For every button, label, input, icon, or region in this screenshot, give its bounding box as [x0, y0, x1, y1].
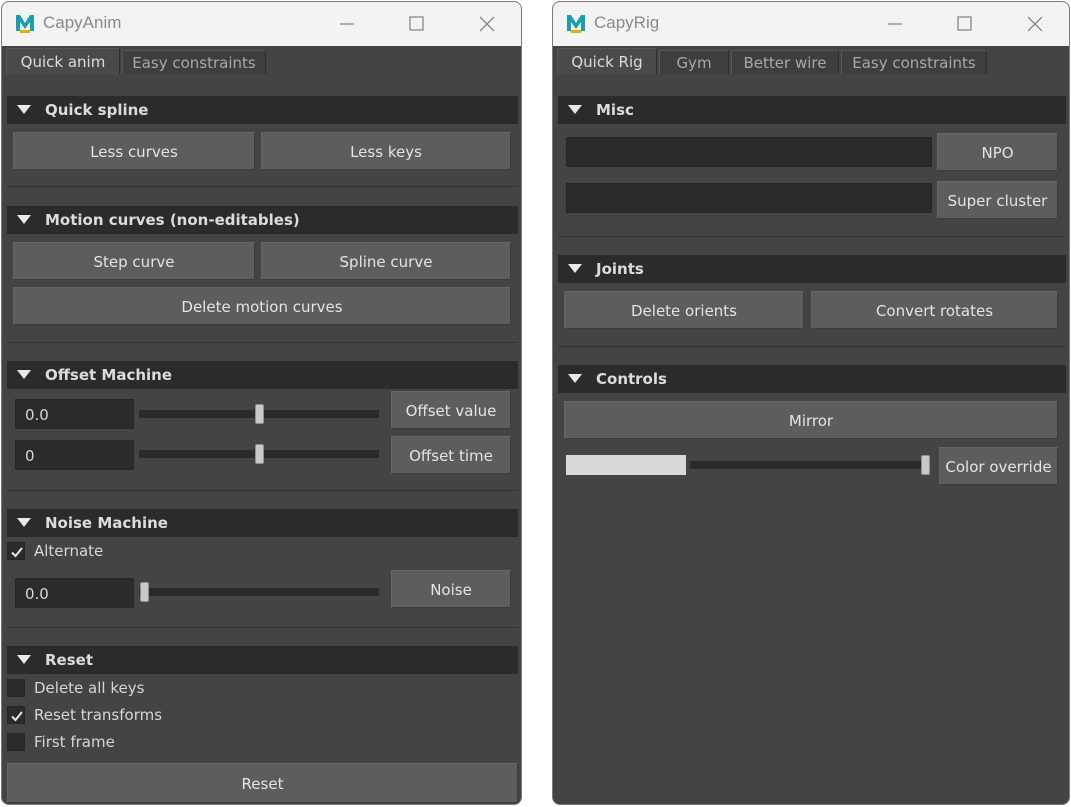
collapse-arrow-icon — [568, 105, 582, 114]
section-header-quick-spline[interactable]: Quick spline — [7, 96, 518, 124]
tab-better-wire[interactable]: Better wire — [731, 50, 839, 74]
minimize-button[interactable] — [332, 10, 362, 38]
collapse-arrow-icon — [568, 374, 582, 383]
divider — [7, 342, 518, 343]
capyanim-window: CapyAnim Quick anim Easy constraints Qui… — [1, 1, 522, 805]
close-button[interactable] — [472, 10, 502, 38]
divider — [7, 627, 518, 628]
color-override-button[interactable]: Color override — [939, 447, 1058, 485]
capyrig-window: CapyRig Quick Rig Gym Better wire Easy c… — [552, 1, 1070, 805]
collapse-arrow-icon — [568, 264, 582, 273]
offset-value-button[interactable]: Offset value — [391, 391, 511, 429]
quick-anim-panel: Quick spline Less curves Less keys Motio… — [2, 74, 521, 804]
noise-button[interactable]: Noise — [391, 570, 511, 608]
section-header-reset[interactable]: Reset — [7, 646, 518, 674]
maximize-button[interactable] — [950, 10, 980, 38]
npo-button[interactable]: NPO — [937, 133, 1058, 171]
delete-motion-curves-button[interactable]: Delete motion curves — [13, 287, 511, 325]
step-curve-button[interactable]: Step curve — [13, 242, 255, 280]
collapse-arrow-icon — [17, 215, 31, 224]
title-bar[interactable]: CapyRig — [553, 2, 1069, 46]
section-title: Quick spline — [45, 101, 149, 119]
window-title: CapyRig — [594, 13, 660, 32]
reset-transforms-label: Reset transforms — [34, 706, 163, 724]
tab-quick-anim[interactable]: Quick anim — [6, 48, 120, 74]
checkmark-icon — [11, 711, 23, 722]
close-button[interactable] — [1020, 10, 1050, 38]
color-slider[interactable] — [690, 455, 930, 475]
section-header-misc[interactable]: Misc — [558, 96, 1066, 124]
section-title: Reset — [45, 651, 93, 669]
maya-logo-icon — [14, 12, 36, 34]
section-title: Joints — [596, 260, 644, 278]
slider-handle[interactable] — [140, 582, 149, 602]
delete-all-keys-checkbox[interactable] — [7, 679, 25, 697]
section-header-controls[interactable]: Controls — [558, 365, 1066, 393]
section-header-joints[interactable]: Joints — [558, 255, 1066, 283]
section-title: Motion curves (non-editables) — [45, 211, 300, 229]
convert-rotates-button[interactable]: Convert rotates — [811, 291, 1058, 329]
less-curves-button[interactable]: Less curves — [13, 132, 255, 170]
section-title: Offset Machine — [45, 366, 173, 384]
tab-gym[interactable]: Gym — [659, 50, 729, 74]
quick-rig-panel: Misc NPO Super cluster Joints Delete ori… — [553, 74, 1069, 804]
mirror-button[interactable]: Mirror — [564, 401, 1058, 439]
offset-time-button[interactable]: Offset time — [391, 436, 511, 474]
delete-orients-button[interactable]: Delete orients — [564, 291, 804, 329]
slider-handle[interactable] — [255, 444, 264, 464]
reset-button[interactable]: Reset — [7, 763, 518, 803]
window-title: CapyAnim — [43, 13, 122, 32]
offset-time-field[interactable]: 0 — [15, 440, 134, 470]
section-title: Controls — [596, 370, 667, 388]
section-title: Misc — [596, 101, 634, 119]
maya-logo-icon — [565, 12, 587, 34]
maximize-button[interactable] — [402, 10, 432, 38]
minimize-button[interactable] — [880, 10, 910, 38]
noise-slider[interactable] — [139, 582, 379, 602]
divider — [558, 236, 1066, 237]
section-title: Noise Machine — [45, 514, 168, 532]
delete-all-keys-label: Delete all keys — [34, 679, 145, 697]
spline-curve-button[interactable]: Spline curve — [261, 242, 511, 280]
title-bar[interactable]: CapyAnim — [2, 2, 521, 46]
tab-bar: Quick anim Easy constraints — [2, 46, 521, 74]
slider-handle[interactable] — [255, 404, 264, 424]
tab-quick-rig[interactable]: Quick Rig — [557, 48, 657, 74]
section-header-noise-machine[interactable]: Noise Machine — [7, 509, 518, 537]
offset-value-field[interactable]: 0.0 — [15, 399, 134, 429]
tab-easy-constraints[interactable]: Easy constraints — [841, 50, 987, 74]
divider — [558, 346, 1066, 347]
alternate-checkbox[interactable] — [7, 542, 25, 560]
super-cluster-field[interactable] — [566, 183, 932, 213]
slider-handle[interactable] — [921, 455, 930, 475]
first-frame-checkbox[interactable] — [7, 733, 25, 751]
collapse-arrow-icon — [17, 370, 31, 379]
reset-transforms-checkbox[interactable] — [7, 706, 25, 724]
first-frame-label: First frame — [34, 733, 115, 751]
divider — [7, 490, 518, 491]
noise-field[interactable]: 0.0 — [15, 578, 134, 608]
super-cluster-button[interactable]: Super cluster — [937, 181, 1058, 219]
checkmark-icon — [11, 547, 23, 558]
offset-time-slider[interactable] — [139, 444, 379, 464]
tab-bar: Quick Rig Gym Better wire Easy constrain… — [553, 46, 1069, 74]
divider — [7, 186, 518, 187]
collapse-arrow-icon — [17, 105, 31, 114]
section-header-offset-machine[interactable]: Offset Machine — [7, 361, 518, 389]
section-header-motion-curves[interactable]: Motion curves (non-editables) — [7, 206, 518, 234]
npo-field[interactable] — [566, 137, 932, 167]
alternate-label: Alternate — [34, 542, 104, 560]
color-swatch[interactable] — [566, 455, 686, 475]
collapse-arrow-icon — [17, 655, 31, 664]
offset-value-slider[interactable] — [139, 404, 379, 424]
tab-easy-constraints[interactable]: Easy constraints — [122, 50, 266, 74]
less-keys-button[interactable]: Less keys — [261, 132, 511, 170]
collapse-arrow-icon — [17, 518, 31, 527]
